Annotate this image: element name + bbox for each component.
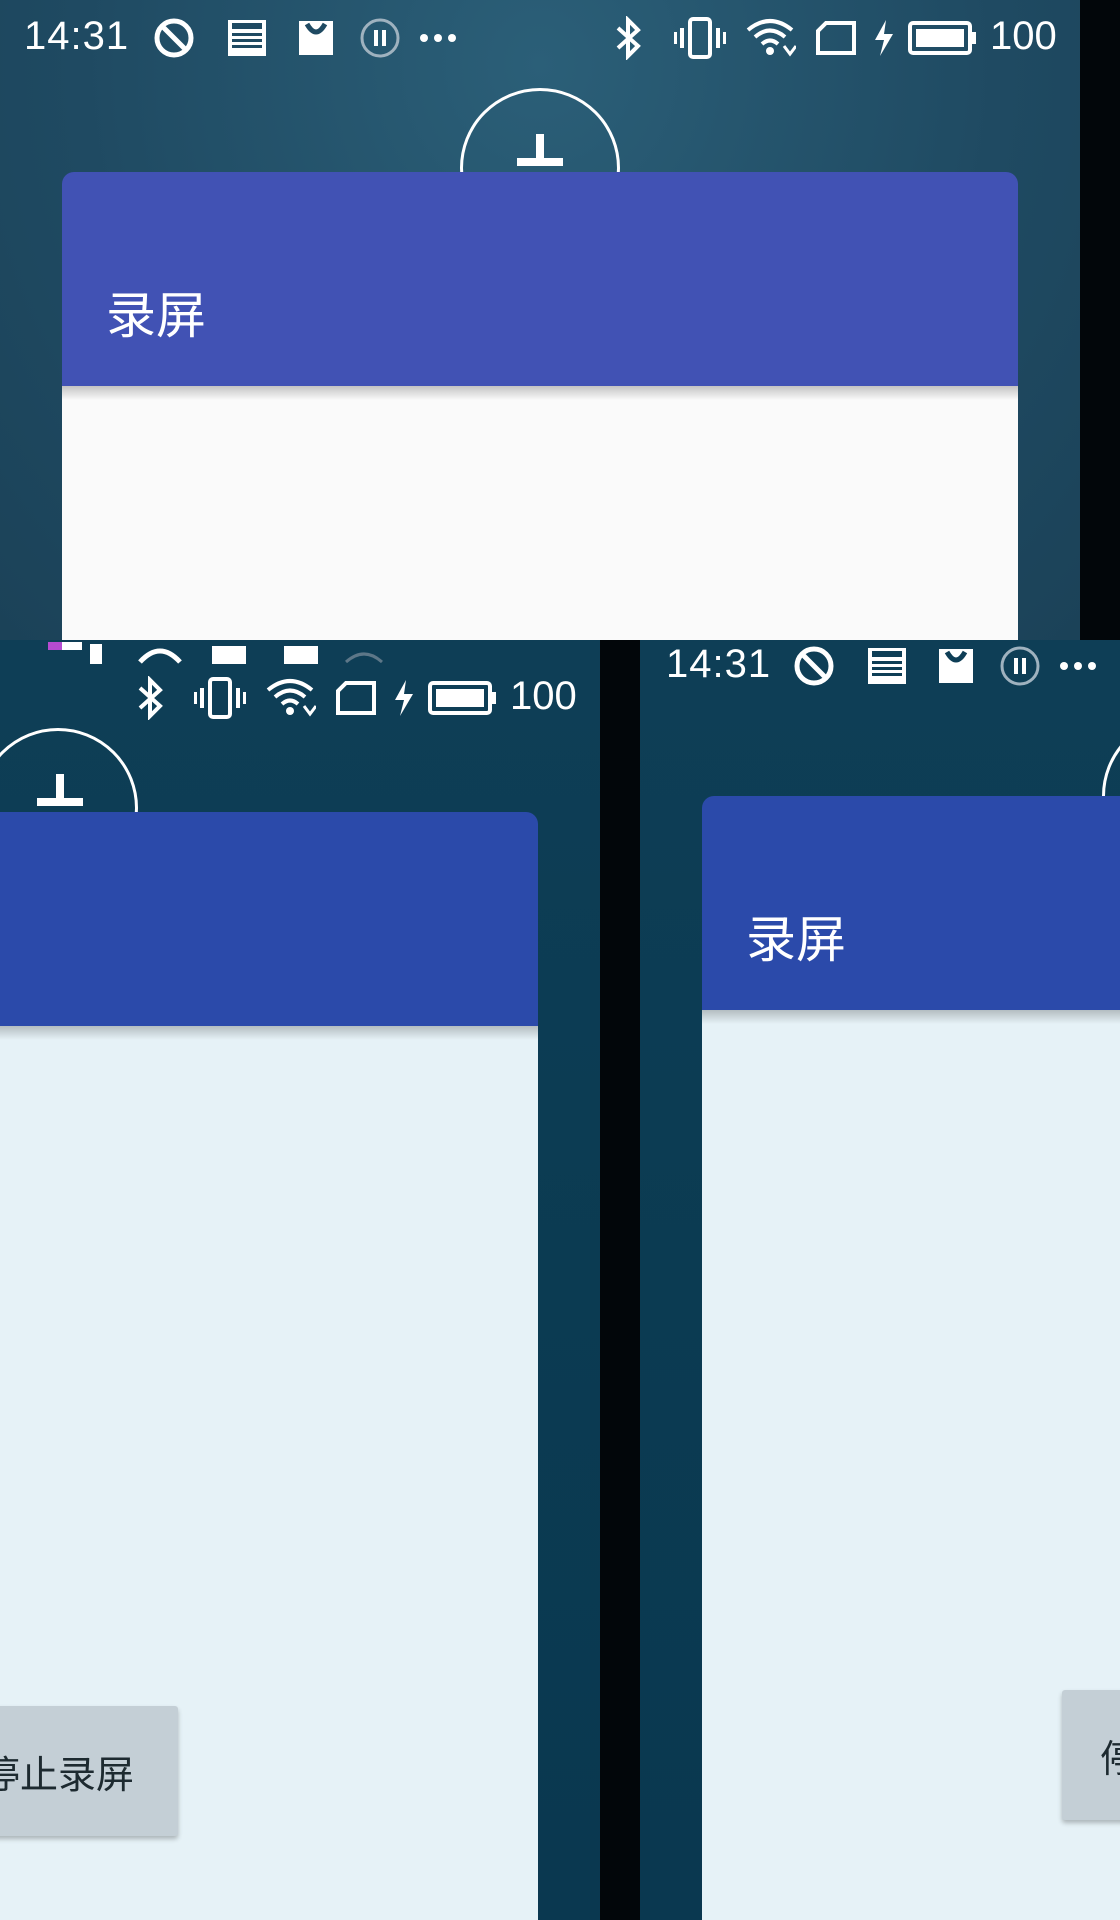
header-shadow xyxy=(702,1010,1120,1024)
dialog-title: 录屏 xyxy=(746,911,846,969)
dialog-header: 录屏 xyxy=(702,796,1120,1010)
wifi-icon xyxy=(264,674,316,722)
do-not-disturb-icon xyxy=(152,14,196,62)
vibrate-icon xyxy=(194,674,246,722)
clean-brush-icon xyxy=(37,774,83,806)
sim-card-icon xyxy=(814,14,858,62)
battery-icon xyxy=(908,14,978,62)
bluetooth-icon xyxy=(136,674,166,722)
bottom-right-screenshot-panel: 14:31 录屏 停 xyxy=(640,640,1120,1920)
black-divider xyxy=(600,640,640,1920)
battery-percentage: 100 xyxy=(510,673,577,718)
top-screenshot-panel: 14:31 100 录屏 xyxy=(0,0,1080,640)
wifi-icon xyxy=(744,14,796,62)
status-bar-partial: 100 xyxy=(0,660,600,736)
dialog-header: 录屏 xyxy=(62,172,1018,386)
news-icon xyxy=(866,642,908,690)
bottom-left-screenshot-panel: 100 停止录屏 xyxy=(0,640,600,1920)
status-bar: 14:31 100 xyxy=(0,0,1080,76)
vibrate-icon xyxy=(674,14,726,62)
sim-card-icon xyxy=(334,674,378,722)
clock: 14:31 xyxy=(24,13,130,58)
dialog-header xyxy=(0,812,538,1026)
battery-icon xyxy=(428,674,498,722)
screen-record-dialog: 录屏 xyxy=(62,172,1018,640)
news-icon xyxy=(226,14,268,62)
stop-recording-button-partial[interactable]: 停 xyxy=(1062,1690,1120,1820)
stop-recording-button[interactable]: 停止录屏 xyxy=(0,1706,178,1836)
charging-icon xyxy=(872,14,896,62)
do-not-disturb-icon xyxy=(792,642,836,690)
battery-percentage: 100 xyxy=(990,13,1057,58)
dialog-title: 录屏 xyxy=(106,287,206,345)
charging-icon xyxy=(392,674,416,722)
black-edge xyxy=(1080,0,1120,640)
pause-circle-icon xyxy=(998,642,1042,690)
dialog-body xyxy=(702,1010,1120,1920)
header-shadow xyxy=(62,386,1018,400)
dialog-body xyxy=(62,386,1018,640)
more-dots-icon xyxy=(1058,642,1098,690)
shopping-bag-icon xyxy=(296,14,336,62)
shopping-bag-icon xyxy=(936,642,976,690)
clock: 14:31 xyxy=(666,641,772,686)
header-shadow xyxy=(0,1026,538,1040)
status-bar-partial: 14:31 xyxy=(640,640,1120,716)
bluetooth-icon xyxy=(614,14,644,62)
more-dots-icon xyxy=(418,14,458,62)
clean-brush-icon xyxy=(517,134,563,166)
screen-record-dialog: 录屏 xyxy=(702,796,1120,1920)
pause-circle-icon xyxy=(358,14,402,62)
